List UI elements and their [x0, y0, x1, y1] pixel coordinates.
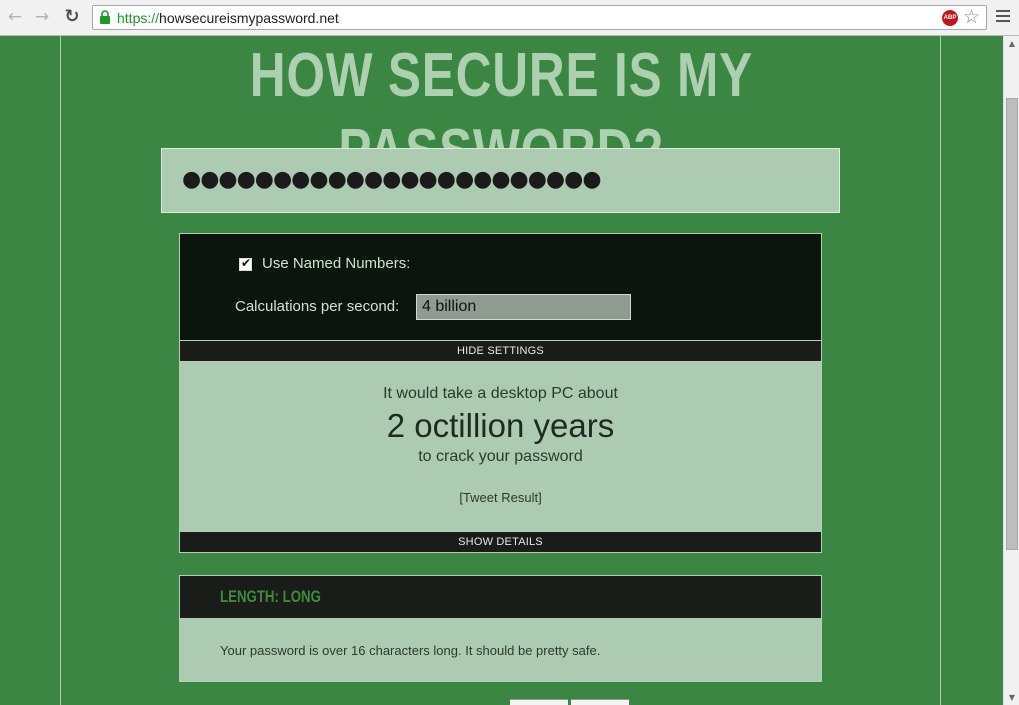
- bookmark-star-icon[interactable]: ☆: [963, 7, 980, 27]
- length-check-title: LENGTH: LONG: [220, 587, 321, 606]
- address-bar[interactable]: https://howsecureismypassword.net ABP ☆: [92, 5, 987, 30]
- url-protocol: https://: [117, 10, 160, 26]
- url-text: https://howsecureismypassword.net: [117, 9, 339, 27]
- result-outro: to crack your password: [418, 448, 583, 465]
- result-panel: It would take a desktop PC about 2 octil…: [179, 362, 822, 532]
- lock-icon: [100, 10, 110, 24]
- length-check-body: Your password is over 16 characters long…: [179, 618, 822, 682]
- left-rail: [60, 36, 61, 705]
- calculations-label: Calculations per second:: [235, 298, 400, 315]
- calculations-per-second-input[interactable]: 4 billion: [416, 294, 631, 320]
- length-check-header: LENGTH: LONG: [179, 575, 822, 619]
- back-button[interactable]: ←: [5, 7, 25, 27]
- settings-panel: Use Named Numbers: Calculations per seco…: [179, 233, 822, 341]
- password-input[interactable]: ●●●●●●●●●●●●●●●●●●●●●●●: [161, 148, 840, 213]
- reload-button[interactable]: ↻: [62, 7, 82, 27]
- arrow-left-icon: ←: [7, 7, 23, 27]
- result-intro: It would take a desktop PC about: [383, 385, 618, 402]
- menu-icon[interactable]: [996, 10, 1010, 24]
- length-check-text: Your password is over 16 characters long…: [220, 643, 601, 658]
- crack-time: 2 octillion years: [386, 407, 615, 444]
- partial-tab: [571, 699, 629, 705]
- scroll-up-arrow-icon[interactable]: ▲: [1004, 36, 1019, 51]
- right-rail: [940, 36, 941, 705]
- vertical-scrollbar[interactable]: ▲ ▼: [1003, 36, 1019, 705]
- scrollbar-thumb[interactable]: [1006, 98, 1018, 550]
- named-numbers-checkbox[interactable]: [239, 256, 252, 271]
- show-details-button[interactable]: SHOW DETAILS: [179, 531, 822, 553]
- arrow-right-icon: →: [34, 7, 50, 27]
- password-masked-value: ●●●●●●●●●●●●●●●●●●●●●●●: [182, 167, 602, 192]
- named-numbers-label: Use Named Numbers:: [262, 255, 411, 272]
- page-content: HOW SECURE IS MY PASSWORD? ●●●●●●●●●●●●●…: [0, 36, 1003, 705]
- url-domain: howsecureismypassword.net: [159, 10, 339, 26]
- reload-icon: ↻: [64, 6, 80, 27]
- partial-tab: [510, 699, 568, 705]
- forward-button[interactable]: →: [32, 7, 52, 27]
- tweet-result-link[interactable]: [Tweet Result]: [180, 490, 821, 506]
- browser-toolbar: ← → ↻ https://howsecureismypassword.net …: [0, 0, 1019, 36]
- adblock-icon[interactable]: ABP: [942, 10, 958, 26]
- hide-settings-button[interactable]: HIDE SETTINGS: [179, 340, 822, 362]
- scroll-down-arrow-icon[interactable]: ▼: [1004, 690, 1019, 705]
